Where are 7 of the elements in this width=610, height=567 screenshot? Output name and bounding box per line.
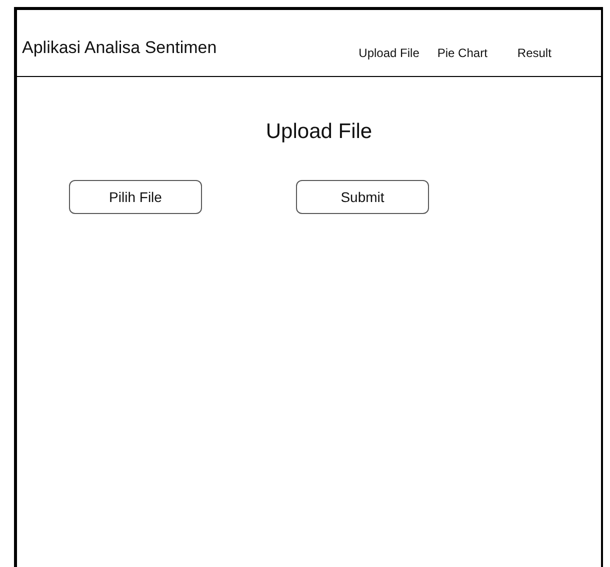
action-button[interactable]: Pilih File: [69, 180, 202, 214]
page-heading: Upload File: [264, 119, 372, 145]
action-button[interactable]: Submit: [296, 180, 429, 214]
nav-link[interactable]: Result: [517, 45, 552, 61]
nav-link[interactable]: Upload File: [358, 45, 420, 61]
nav-link[interactable]: Pie Chart: [437, 45, 488, 61]
app-title: Aplikasi Analisa Sentimen: [22, 38, 217, 58]
